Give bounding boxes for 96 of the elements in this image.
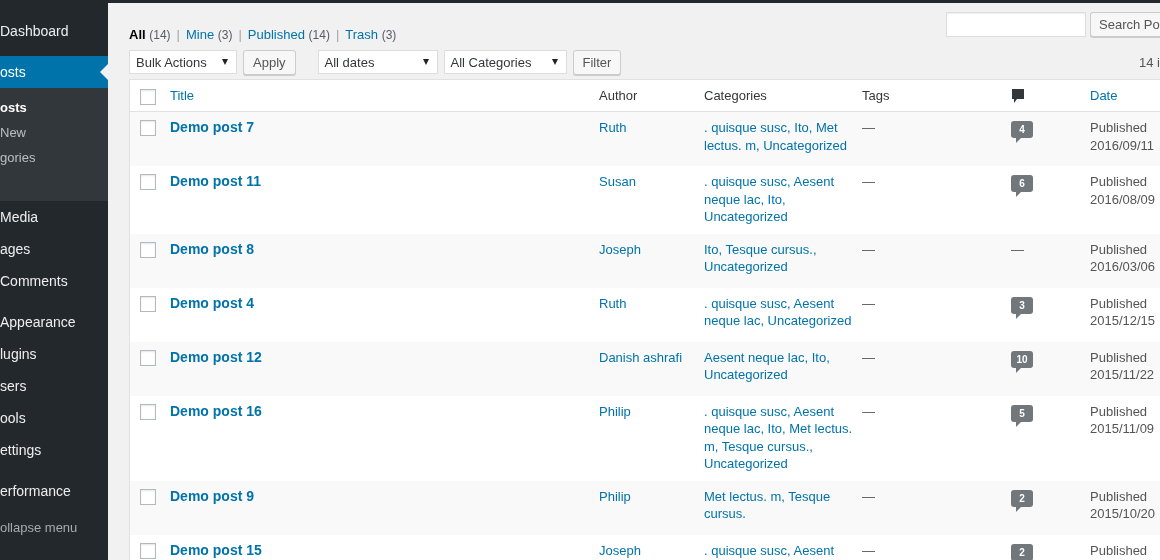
column-sort-link[interactable]: Date	[1090, 87, 1118, 105]
categories-links[interactable]: . quisque susc, Ito, Met lectus. m, Uncategorized	[704, 119, 860, 154]
categories-links[interactable]: . quisque susc, Aesent neque lac, Ito, Met lectus. m, Tesque cursus., Uncategorized	[704, 402, 860, 473]
tags-text: —	[862, 348, 875, 366]
search-field[interactable]	[946, 12, 1086, 37]
items-count: 14 i	[1139, 54, 1160, 70]
view-separator: |	[176, 27, 180, 42]
submenu-item[interactable]: gories	[0, 145, 108, 170]
search-button[interactable]: Search Po	[1090, 12, 1160, 37]
post-title-link[interactable]: Demo post 16	[170, 402, 262, 420]
submenu-item[interactable]: New	[0, 120, 108, 145]
post-status: Published	[1090, 173, 1148, 191]
tags-text: —	[862, 402, 875, 420]
post-date: 2016/03/06	[1090, 258, 1156, 276]
checkbox[interactable]	[140, 403, 156, 420]
sidebar-item[interactable]: ages	[0, 233, 108, 265]
categories-links[interactable]: Aesent neque lac, Ito, Uncategorized	[704, 348, 860, 384]
checkbox[interactable]	[140, 174, 156, 190]
author-link[interactable]: Danish ashrafi	[599, 348, 683, 366]
category-filter-select[interactable]: All Categories	[443, 50, 567, 74]
sidebar-item[interactable]: ools	[0, 402, 108, 434]
checkbox[interactable]	[140, 542, 156, 559]
post-status: Published	[1090, 240, 1148, 258]
caret-icon	[551, 59, 558, 65]
post-title-link[interactable]: Demo post 8	[170, 240, 254, 258]
author-link[interactable]: Susan	[599, 173, 636, 191]
sidebar-item[interactable]: Dashboard	[0, 15, 108, 47]
author-link[interactable]: Philip	[599, 402, 631, 420]
tags-text: —	[862, 240, 875, 258]
post-title-link[interactable]: Demo post 4	[170, 294, 254, 312]
checkbox[interactable]	[140, 295, 156, 312]
author-link[interactable]: Joseph	[599, 541, 641, 559]
sidebar-item[interactable]: Media	[0, 201, 108, 233]
tags-text: —	[862, 487, 875, 505]
bulk-actions-select[interactable]: Bulk Actions	[129, 50, 237, 74]
post-date: 2016/09/11	[1090, 136, 1155, 154]
checkbox[interactable]	[140, 88, 156, 105]
comment-bubble-icon	[1011, 88, 1025, 104]
apply-button[interactable]: Apply	[243, 49, 296, 75]
tags-text: —	[862, 173, 875, 191]
sidebar-item[interactable]: ettings	[0, 434, 108, 466]
post-status: Published	[1090, 402, 1148, 420]
author-link[interactable]: Joseph	[599, 240, 641, 258]
post-date: 2015/10/20	[1090, 505, 1156, 523]
tags-text: —	[862, 541, 875, 559]
categories-links[interactable]: Ito, Tesque cursus., Uncategorized	[704, 240, 860, 276]
post-status: Published	[1090, 119, 1148, 137]
collapse-menu-link[interactable]: ollapse menu	[0, 516, 108, 538]
sidebar-item[interactable]: lugins	[0, 338, 108, 370]
categories-links[interactable]: . quisque susc, Aesent neque lac, Uncategorized	[704, 294, 860, 330]
post-date: 2015/12/15	[1090, 312, 1156, 330]
sidebar-item[interactable]: Appearance	[0, 306, 108, 338]
caret-icon	[422, 59, 429, 65]
tags-text: —	[862, 119, 875, 137]
checkbox[interactable]	[140, 349, 156, 366]
categories-links[interactable]: Met lectus. m, Tesque cursus.	[704, 487, 860, 523]
column-header: Author	[599, 87, 638, 105]
view-filter-link[interactable]: Trash (3)	[345, 27, 397, 42]
post-status: Published	[1090, 487, 1148, 505]
post-title-link[interactable]: Demo post 15	[170, 541, 262, 559]
column-sort-link[interactable]: Title	[170, 87, 195, 105]
post-date: 2015/11/22	[1090, 366, 1155, 384]
view-filter-link[interactable]: All (14)	[129, 27, 171, 42]
filter-button[interactable]: Filter	[572, 49, 622, 75]
post-title-link[interactable]: Demo post 7	[170, 119, 254, 137]
post-title-link[interactable]: Demo post 11	[170, 173, 262, 191]
post-status: Published	[1090, 294, 1148, 312]
caret-icon	[222, 59, 228, 65]
checkbox[interactable]	[140, 488, 156, 505]
submenu-item[interactable]: osts	[0, 95, 108, 120]
view-filter-link[interactable]: Mine (3)	[185, 27, 233, 42]
categories-links[interactable]: . quisque susc, Aesent neque lac, Ito, Uncategorized	[704, 173, 860, 226]
view-filter-link[interactable]: Published (14)	[247, 27, 330, 42]
post-status: Published	[1090, 541, 1148, 559]
tags-text: —	[862, 294, 875, 312]
view-separator: |	[335, 27, 340, 42]
author-link[interactable]: Ruth	[599, 119, 627, 137]
checkbox[interactable]	[140, 241, 156, 258]
post-date: 2015/11/09	[1090, 420, 1155, 438]
post-title-link[interactable]: Demo post 9	[170, 487, 254, 505]
view-separator: |	[238, 27, 242, 42]
post-date: 2016/08/09	[1090, 190, 1156, 208]
categories-links[interactable]: . quisque susc, Aesent	[704, 541, 835, 559]
date-filter-select[interactable]: All dates	[317, 50, 438, 74]
no-comments-text: —	[1011, 240, 1024, 258]
post-title-link[interactable]: Demo post 12	[170, 348, 262, 366]
sidebar-item[interactable]: osts	[0, 56, 108, 88]
column-header: Categories	[704, 87, 767, 105]
column-header: Tags	[862, 87, 890, 105]
author-link[interactable]: Ruth	[599, 294, 627, 312]
checkbox[interactable]	[140, 120, 156, 136]
sidebar-item[interactable]: sers	[0, 370, 108, 402]
author-link[interactable]: Philip	[599, 487, 631, 505]
sidebar-item[interactable]: Comments	[0, 265, 108, 297]
sidebar-item[interactable]: erformance	[0, 475, 108, 507]
post-status: Published	[1090, 348, 1148, 366]
